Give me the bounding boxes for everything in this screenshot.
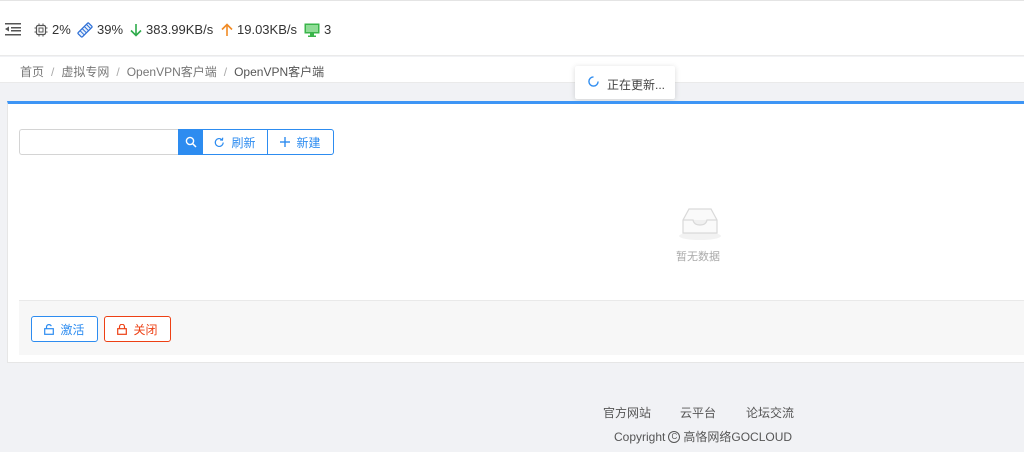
cpu-icon — [34, 23, 48, 37]
empty-inbox-icon — [679, 208, 721, 240]
new-button[interactable]: 新建 — [268, 129, 334, 155]
download-value: 383.99KB/s — [146, 22, 214, 37]
new-label: 新建 — [296, 135, 321, 150]
monitor-icon — [304, 23, 320, 37]
empty-state: 暂无数据 — [648, 205, 748, 265]
search-input[interactable] — [19, 129, 178, 155]
footer-link-cloud-platform[interactable]: 云平台 — [680, 404, 716, 421]
toolbar: 刷新 新建 — [19, 129, 334, 155]
copyright-holder: 高恪网络GOCLOUD — [683, 430, 793, 444]
breadcrumb-bar: 首页 / 虚拟专网 / OpenVPN客户端 / OpenVPN客户端 — [0, 57, 1024, 83]
breadcrumb-home[interactable]: 首页 — [20, 63, 44, 80]
footer-links: 官方网站 云平台 论坛交流 — [0, 404, 1024, 420]
copyright-symbol-icon: C — [668, 430, 681, 443]
memory-value: 39% — [97, 22, 124, 37]
updating-toast: 正在更新... — [575, 66, 675, 99]
breadcrumb-separator: / — [223, 64, 228, 79]
memory-stat: 39% — [77, 22, 123, 38]
refresh-label: 刷新 — [231, 135, 256, 150]
arrow-up-icon — [221, 23, 233, 36]
refresh-button[interactable]: 刷新 — [203, 129, 268, 155]
footer-link-official-site[interactable]: 官方网站 — [603, 404, 651, 421]
footer-link-forum[interactable]: 论坛交流 — [746, 404, 794, 421]
close-button[interactable]: 关闭 — [104, 316, 171, 342]
copyright-prefix: Copyright — [614, 429, 666, 444]
top-status-bar: 2% 39% 383.99KB/s 19.03KB/s 3 — [0, 0, 1024, 56]
arrow-down-icon — [130, 24, 142, 37]
close-label: 关闭 — [133, 322, 158, 337]
refresh-icon — [215, 137, 225, 147]
copyright: Copyright C 高恪网络GOCLOUD — [614, 428, 792, 445]
loading-spinner-icon — [588, 76, 599, 87]
cpu-value: 2% — [52, 22, 71, 37]
menu-collapse-icon[interactable] — [5, 22, 21, 36]
breadcrumb-openvpn-client[interactable]: OpenVPN客户端 — [127, 63, 217, 80]
upload-value: 19.03KB/s — [237, 22, 297, 37]
upload-stat: 19.03KB/s — [221, 22, 297, 38]
breadcrumb-vpn[interactable]: 虚拟专网 — [61, 63, 109, 80]
lock-icon — [117, 323, 128, 335]
search-button[interactable] — [178, 129, 203, 155]
activate-button[interactable]: 激活 — [31, 316, 98, 342]
breadcrumb-current: OpenVPN客户端 — [234, 65, 325, 79]
plus-icon — [280, 137, 291, 147]
devices-stat: 3 — [304, 22, 331, 38]
action-bar: 激活 关闭 — [19, 300, 1024, 355]
empty-text: 暂无数据 — [676, 251, 720, 263]
main-panel: 刷新 新建 暂无数据 激活 关闭 — [7, 101, 1024, 363]
toast-message: 正在更新... — [607, 78, 666, 92]
breadcrumb-separator: / — [116, 64, 120, 79]
breadcrumb-separator: / — [51, 64, 55, 79]
cpu-stat: 2% — [34, 22, 71, 38]
devices-value: 3 — [324, 22, 332, 37]
memory-icon — [77, 22, 93, 38]
search-icon — [185, 136, 197, 148]
download-stat: 383.99KB/s — [130, 22, 213, 38]
breadcrumb: 首页 / 虚拟专网 / OpenVPN客户端 / OpenVPN客户端 — [20, 63, 324, 80]
activate-label: 激活 — [60, 322, 85, 337]
unlock-icon — [44, 323, 55, 335]
